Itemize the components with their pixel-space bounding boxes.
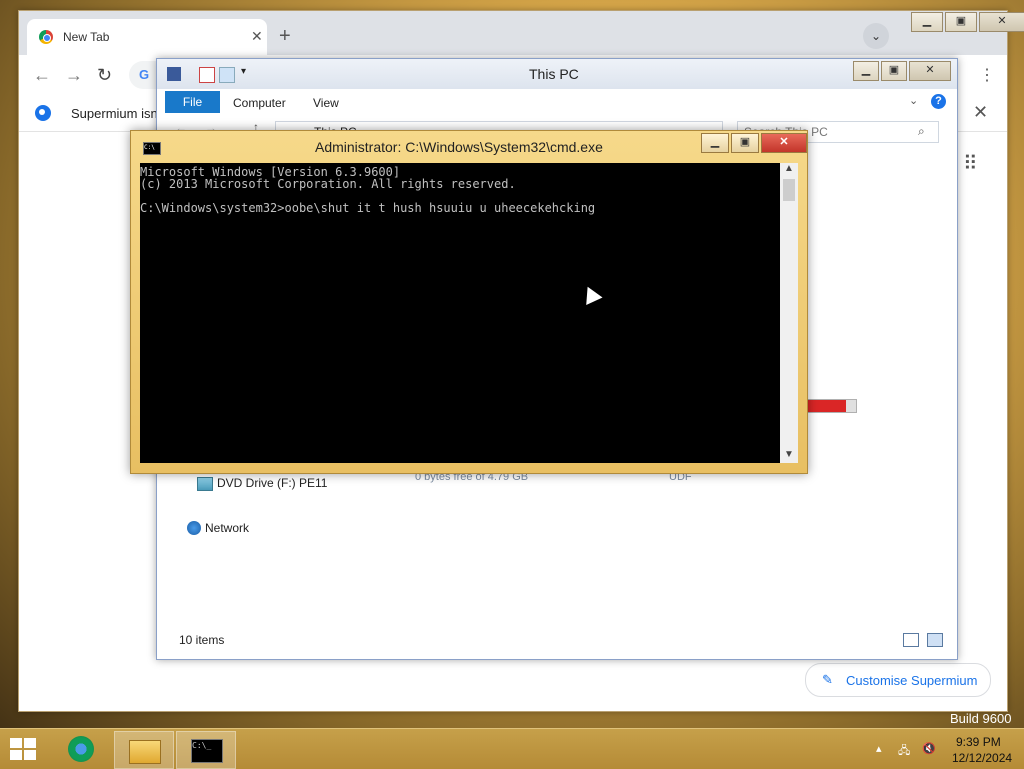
chrome-icon — [39, 30, 53, 44]
volume-muted-icon[interactable]: 🔇 — [922, 742, 936, 755]
cmd-minimize-button[interactable]: ▁ — [701, 133, 729, 153]
drive-usage-fill — [808, 400, 846, 412]
new-tab-button[interactable]: + — [279, 25, 291, 48]
item-count: 10 items — [179, 633, 225, 647]
console-output[interactable]: Microsoft Windows [Version 6.3.9600] (c)… — [140, 163, 780, 463]
cmd-scrollbar[interactable]: ▲ ▼ — [780, 163, 798, 463]
info-bar-close-icon[interactable]: ✕ — [973, 102, 988, 123]
explorer-minimize-button[interactable]: ▁ — [853, 61, 879, 81]
show-hidden-icons[interactable]: ▴ — [876, 742, 882, 755]
cmd-window-controls: ▁ ▣ ✕ — [699, 133, 807, 153]
network-tray-icon[interactable]: 🖧 — [898, 742, 910, 761]
chevron-down-icon[interactable]: ▾ — [241, 66, 246, 77]
back-icon[interactable]: ← — [33, 65, 51, 86]
pencil-icon: ✎ — [822, 672, 833, 687]
start-icon — [10, 738, 22, 748]
cmd-window: C:\ Administrator: C:\Windows\System32\c… — [130, 130, 808, 474]
info-bar-text: Supermium isn — [71, 106, 158, 121]
ribbon-tab-view[interactable]: View — [313, 96, 339, 110]
help-icon[interactable]: ? — [931, 94, 946, 109]
explorer-maximize-button[interactable]: ▣ — [881, 61, 907, 81]
drive-usage-bar — [807, 399, 857, 413]
large-icons-view-icon[interactable] — [927, 633, 943, 647]
explorer-title: This PC — [529, 66, 579, 82]
dvd-drive-icon — [197, 477, 213, 491]
build-watermark: Build 9600 — [950, 711, 1012, 726]
scroll-up-icon[interactable]: ▲ — [784, 163, 794, 174]
taskbar-browser[interactable] — [52, 731, 110, 767]
taskbar: C:\_ ▴ 🖧 🔇 9:39 PM 12/12/2024 — [0, 728, 1024, 769]
customise-button[interactable]: ✎ Customise Supermium — [805, 663, 991, 697]
ribbon-tab-computer[interactable]: Computer — [233, 96, 286, 110]
ribbon-expand-icon[interactable]: ⌄ — [909, 94, 918, 107]
dvd-drive-name: DVD Drive (F:) PE11 — [217, 476, 328, 490]
google-icon: G — [139, 67, 150, 82]
maximize-button[interactable]: ▣ — [945, 12, 977, 32]
tab-new-tab[interactable]: New Tab ✕ — [27, 19, 267, 55]
this-pc-icon — [167, 67, 181, 81]
customise-label: Customise Supermium — [846, 673, 978, 688]
ribbon: File Computer View ⌄ ? — [157, 89, 957, 116]
cmd-title: Administrator: C:\Windows\System32\cmd.e… — [315, 139, 603, 155]
start-button[interactable] — [10, 738, 38, 760]
details-view-icon[interactable] — [903, 633, 919, 647]
taskbar-explorer[interactable] — [114, 731, 174, 769]
reload-icon[interactable]: ↻ — [97, 65, 112, 86]
close-button[interactable]: ✕ — [979, 12, 1024, 32]
explorer-close-button[interactable]: ✕ — [909, 61, 951, 81]
cmd-taskbar-icon: C:\_ — [191, 739, 223, 763]
menu-icon[interactable]: ⋮ — [979, 65, 995, 85]
properties-icon[interactable] — [199, 67, 215, 83]
taskbar-cmd[interactable]: C:\_ — [176, 731, 236, 769]
supermium-icon — [35, 105, 51, 121]
forward-icon[interactable]: → — [65, 65, 83, 86]
search-icon: ⌕ — [918, 124, 925, 138]
clock-date[interactable]: 12/12/2024 — [952, 751, 1012, 765]
cmd-close-button[interactable]: ✕ — [761, 133, 807, 153]
scroll-thumb[interactable] — [783, 179, 795, 201]
clock-time[interactable]: 9:39 PM — [956, 735, 1001, 749]
minimize-button[interactable]: ▁ — [911, 12, 943, 32]
network-icon — [187, 521, 201, 535]
tab-title: New Tab — [63, 30, 110, 44]
ribbon-tab-file[interactable]: File — [165, 91, 220, 113]
console-line: C:\Windows\system32>oobe\shut it t hush … — [140, 201, 596, 215]
tab-search-button[interactable]: ⌄ — [863, 23, 889, 49]
scroll-down-icon[interactable]: ▼ — [784, 449, 794, 460]
cmd-icon: C:\ — [143, 142, 161, 155]
cmd-maximize-button[interactable]: ▣ — [731, 133, 759, 153]
new-folder-icon[interactable] — [219, 67, 235, 83]
tab-close-icon[interactable]: ✕ — [251, 28, 263, 45]
tab-strip: New Tab ✕ + ⌄ ▁ ▣ ✕ — [19, 11, 1024, 55]
apps-grid-icon[interactable]: ⠿ — [963, 151, 978, 176]
console-line: (c) 2013 Microsoft Corporation. All righ… — [140, 177, 516, 191]
network-item[interactable]: Network — [205, 521, 249, 535]
explorer-titlebar: ▾ This PC ▁ ▣ ✕ — [157, 59, 957, 89]
folder-icon — [129, 740, 161, 764]
explorer-window-controls: ▁ ▣ ✕ — [851, 61, 951, 81]
browser-window-controls: ▁ ▣ ✕ — [909, 12, 1024, 32]
browser-icon — [68, 736, 94, 762]
